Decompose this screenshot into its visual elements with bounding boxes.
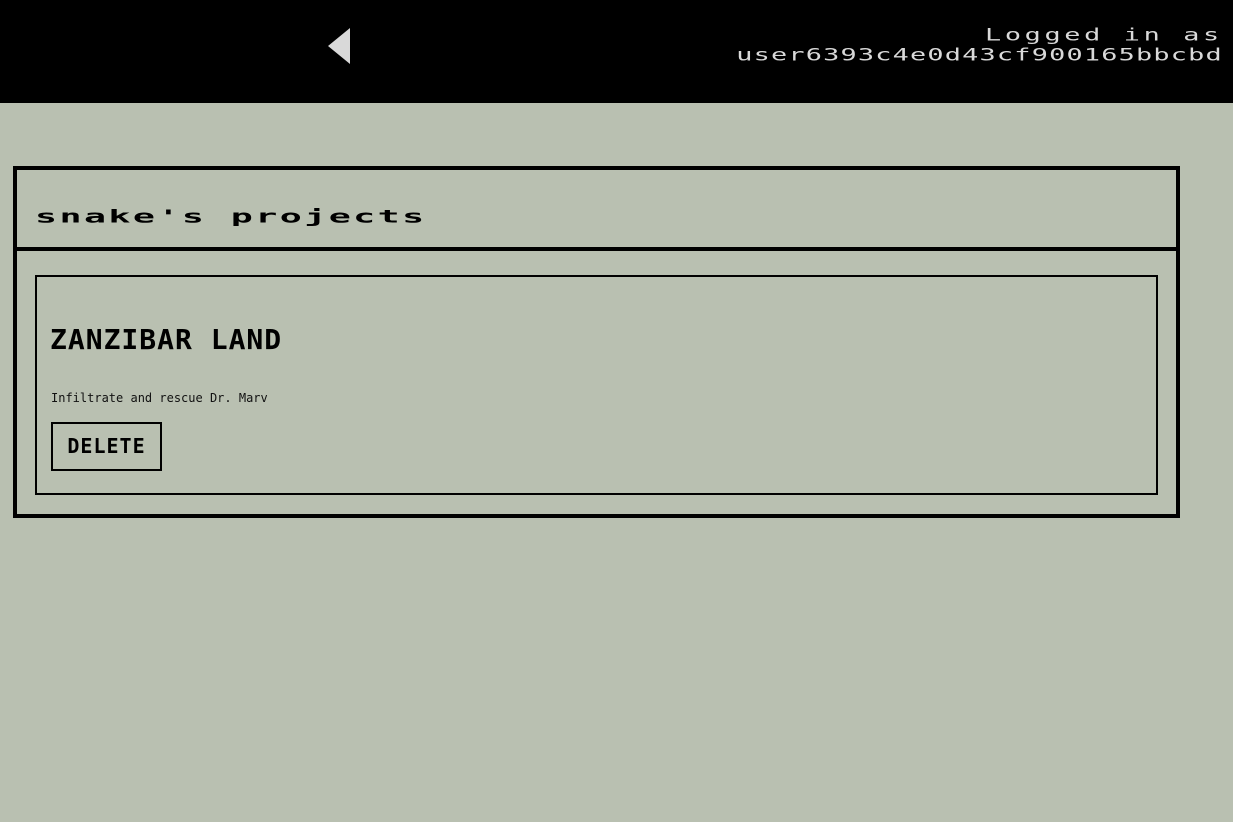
project-name: ZANZIBAR LAND: [50, 323, 283, 356]
top-bar: Logged in as user6393c4e0d43cf900165bbcb…: [0, 0, 1233, 103]
project-description: Infiltrate and rescue Dr. Marv: [51, 391, 268, 405]
delete-button[interactable]: DELETE: [51, 422, 162, 471]
back-triangle-icon: [328, 28, 350, 64]
page-title: snake's projects: [35, 206, 427, 228]
projects-panel: snake's projects ZANZIBAR LAND Infiltrat…: [13, 166, 1180, 518]
project-card: ZANZIBAR LAND Infiltrate and rescue Dr. …: [35, 275, 1158, 495]
back-button[interactable]: [324, 26, 354, 66]
username-label: user6393c4e0d43cf900165bbcbd: [736, 46, 1223, 65]
login-status: Logged in as user6393c4e0d43cf900165bbcb…: [736, 26, 1223, 66]
login-label: Logged in as: [985, 26, 1223, 45]
projects-header: snake's projects: [17, 170, 1176, 251]
